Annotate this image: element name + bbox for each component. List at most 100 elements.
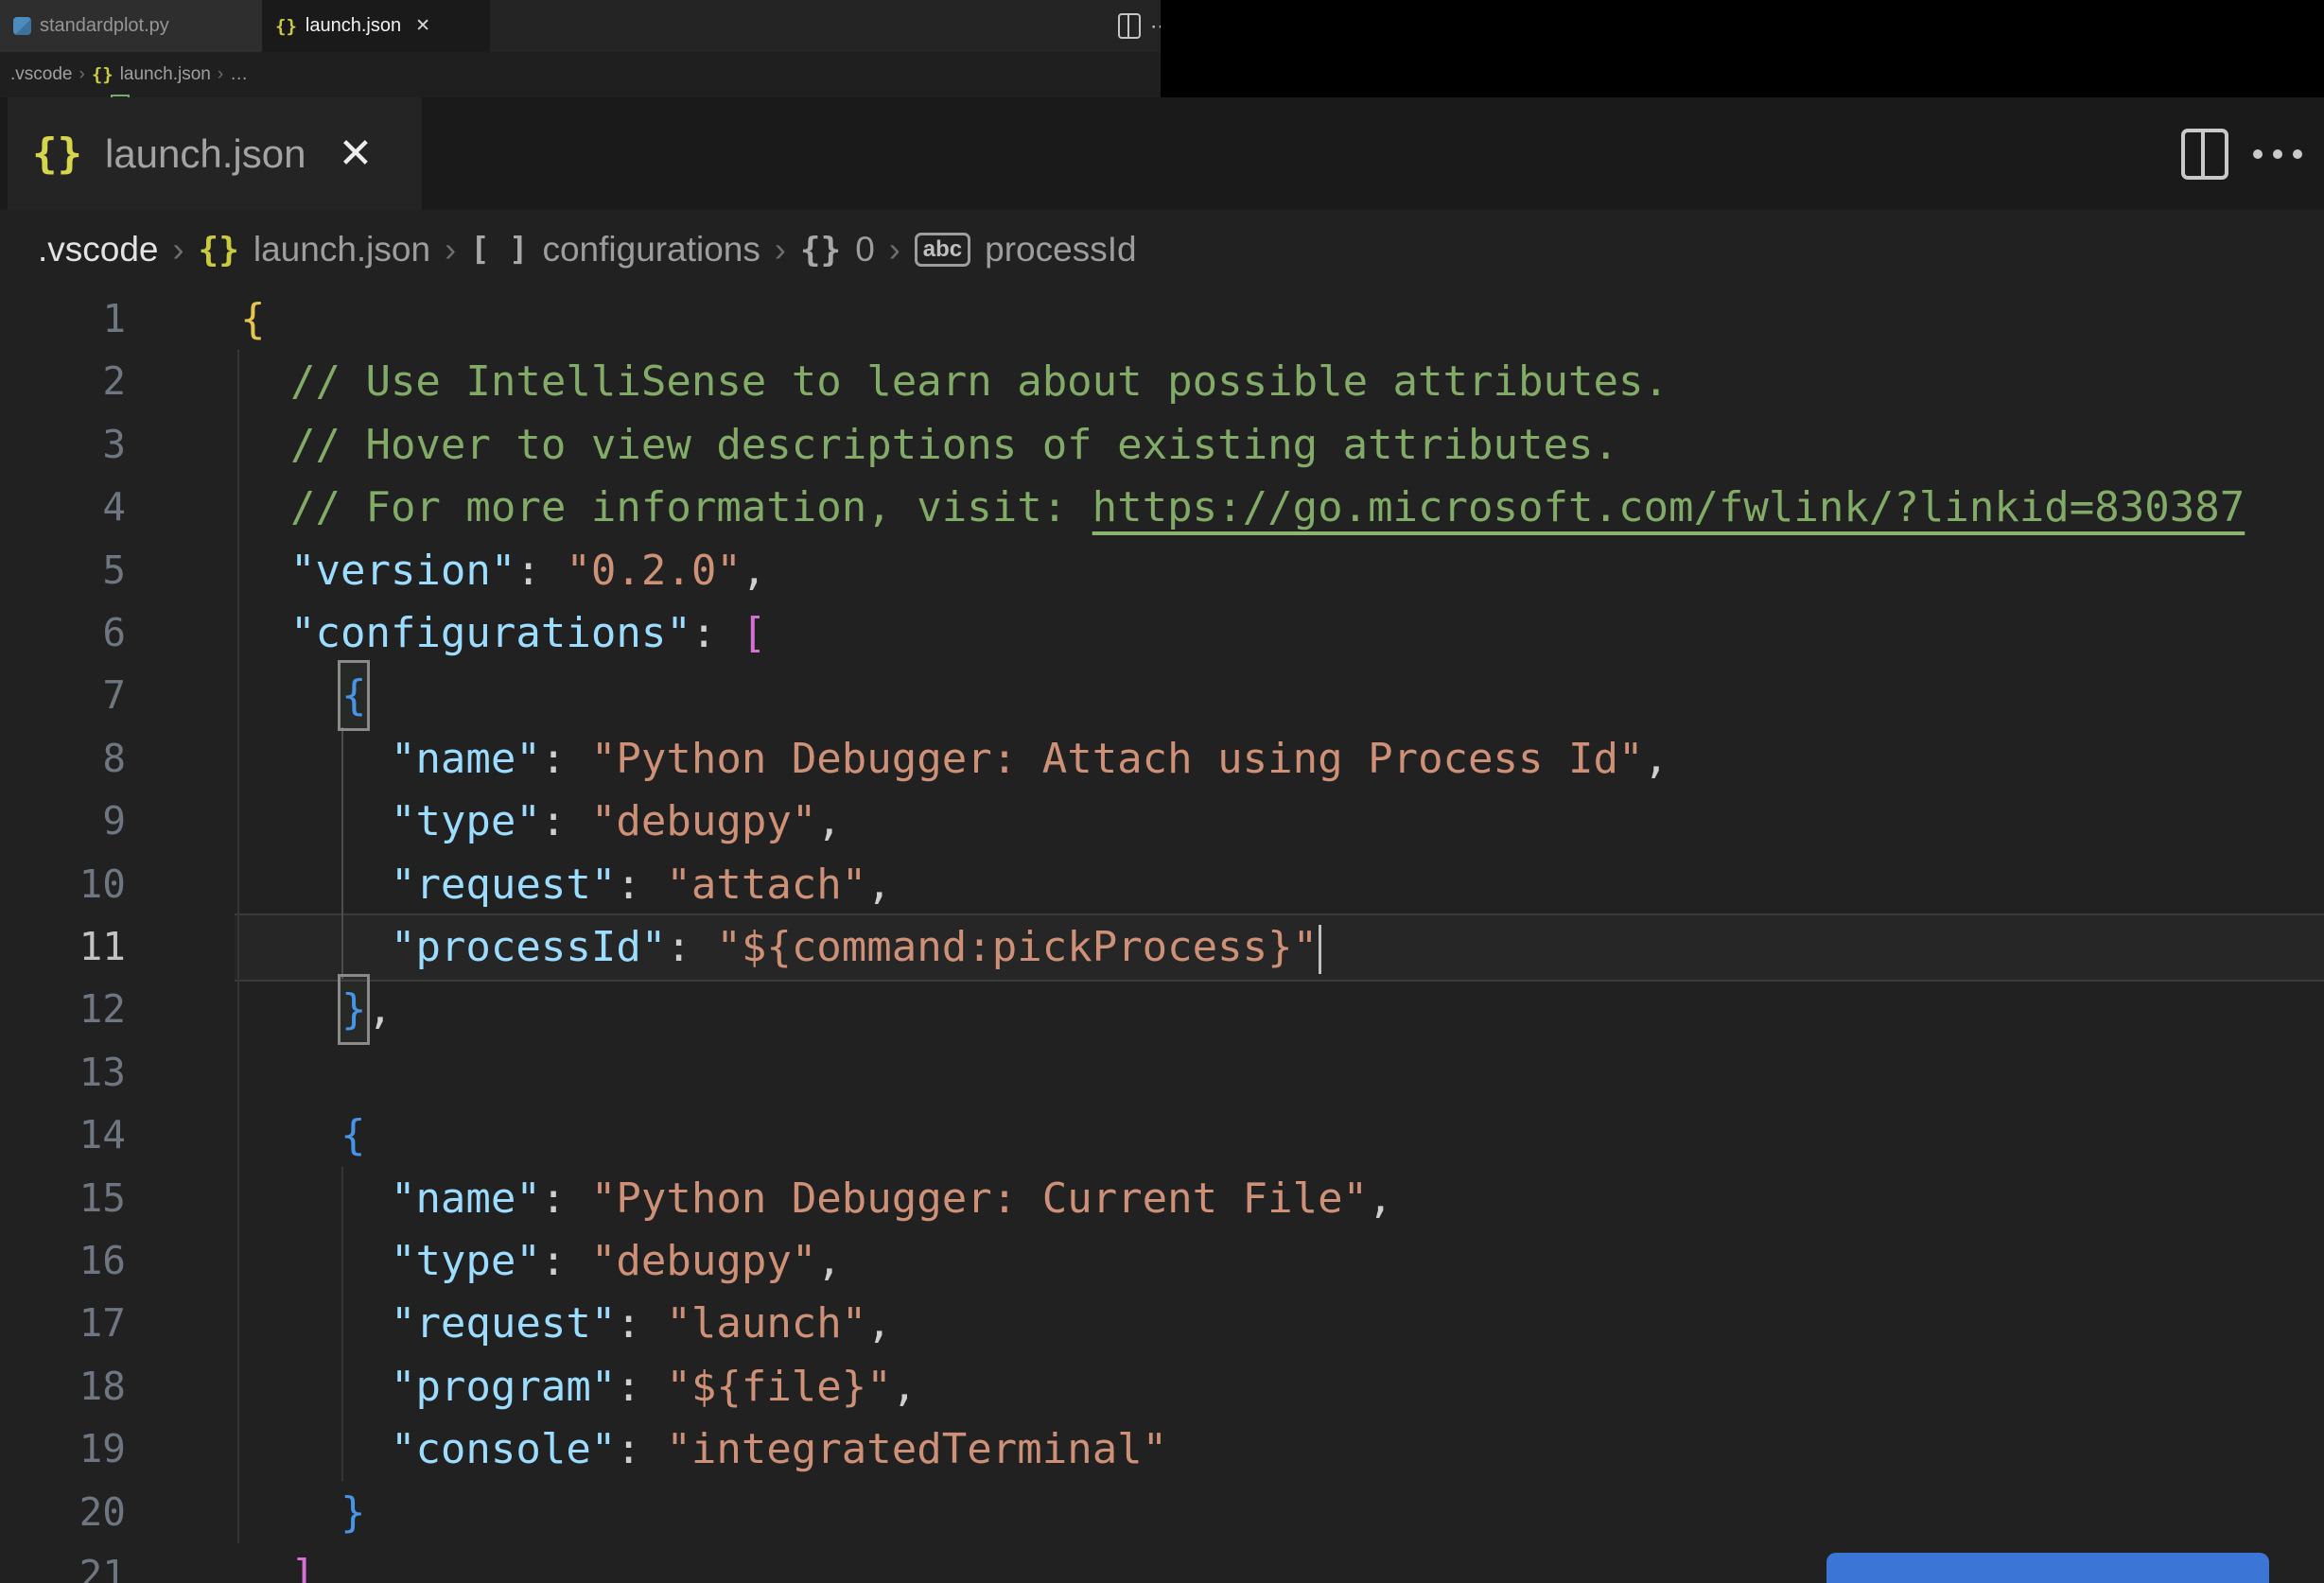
code-line-8[interactable]: 8 "name": "Python Debugger: Attach using… xyxy=(0,727,2324,791)
split-editor-icon[interactable] xyxy=(1118,13,1141,39)
breadcrumb-separator: › xyxy=(774,230,786,269)
object-symbol-icon: {} xyxy=(799,230,842,270)
code-line-11[interactable]: 11 "processId": "${command:pickProcess}" xyxy=(0,915,2324,979)
tab-launch-json[interactable]: {} launch.json ✕ xyxy=(8,97,422,210)
string-symbol-icon: abc xyxy=(914,233,971,267)
line-number[interactable]: 14 xyxy=(0,1104,126,1167)
json-braces-icon: {} xyxy=(275,15,297,37)
array-symbol-icon: [ ] xyxy=(470,231,529,269)
split-editor-icon[interactable] xyxy=(2181,128,2228,180)
code-text: { xyxy=(240,663,368,729)
line-number[interactable]: 8 xyxy=(0,727,126,791)
code-line-12[interactable]: 12 }, xyxy=(0,977,2324,1043)
tab-standardplot-py[interactable]: standardplot.py xyxy=(0,0,262,52)
editor-tab-strip: {} launch.json ✕ xyxy=(0,97,2324,210)
code-text: }, xyxy=(240,977,393,1043)
code-line-3[interactable]: 3 // Hover to view descriptions of exist… xyxy=(0,413,2324,477)
code-text: { xyxy=(340,1111,366,1160)
code-text: "name": "Python Debugger: Current File", xyxy=(390,1174,1393,1223)
breadcrumb-separator: › xyxy=(172,230,184,269)
code-text: "name": "Python Debugger: Attach using P… xyxy=(390,734,1669,783)
code-line-18[interactable]: 18 "program": "${file}", xyxy=(0,1355,2324,1418)
breadcrumb-separator: › xyxy=(888,230,900,269)
line-number[interactable]: 4 xyxy=(0,476,126,539)
code-line-5[interactable]: 5 "version": "0.2.0", xyxy=(0,539,2324,602)
code-line-15[interactable]: 15 "name": "Python Debugger: Current Fil… xyxy=(0,1167,2324,1230)
code-line-10[interactable]: 10 "request": "attach", xyxy=(0,853,2324,916)
code-text: ] xyxy=(289,1551,316,1583)
json-braces-icon: {} xyxy=(32,130,82,178)
code-text: // Use IntelliSense to learn about possi… xyxy=(289,357,1669,407)
line-number[interactable]: 3 xyxy=(0,413,126,477)
code-text: "console": "integratedTerminal" xyxy=(390,1425,1168,1474)
editor-actions xyxy=(2181,97,2302,210)
code-line-14[interactable]: 14 { xyxy=(0,1104,2324,1167)
json-braces-icon: {} xyxy=(198,230,239,270)
code-text: "request": "attach", xyxy=(390,860,892,909)
code-text: "processId": "${command:pickProcess}" xyxy=(240,915,1322,979)
line-number[interactable]: 13 xyxy=(0,1041,126,1105)
line-number[interactable]: 12 xyxy=(0,978,126,1041)
python-icon xyxy=(13,17,31,35)
line-number[interactable]: 17 xyxy=(0,1292,126,1355)
line-number[interactable]: 11 xyxy=(0,915,126,979)
line-number[interactable]: 20 xyxy=(0,1481,126,1544)
code-line-9[interactable]: 9 "type": "debugpy", xyxy=(0,790,2324,853)
code-line-6[interactable]: 6 "configurations": [ xyxy=(0,601,2324,665)
close-icon[interactable]: ✕ xyxy=(415,15,430,37)
breadcrumb-file[interactable]: launch.json xyxy=(120,64,211,85)
line-number[interactable]: 1 xyxy=(0,287,126,351)
breadcrumb-more[interactable]: … xyxy=(230,64,248,85)
breadcrumb-separator: › xyxy=(217,64,224,84)
code-line-20[interactable]: 20 } xyxy=(0,1481,2324,1544)
tab-label: standardplot.py xyxy=(40,15,169,36)
screen-black-region xyxy=(1161,0,2324,97)
add-configuration-button[interactable] xyxy=(1826,1553,2269,1583)
line-number[interactable]: 19 xyxy=(0,1418,126,1481)
vscode-window: standardplot.py {} launch.json ✕ ⋯ .vsco… xyxy=(0,0,2324,1583)
line-number[interactable]: 16 xyxy=(0,1229,126,1293)
code-line-7[interactable]: 7 { xyxy=(0,663,2324,729)
line-number[interactable]: 2 xyxy=(0,350,126,413)
breadcrumb-folder[interactable]: .vscode xyxy=(38,230,159,270)
code-text: { xyxy=(240,295,266,343)
code-line-17[interactable]: 17 "request": "launch", xyxy=(0,1292,2324,1355)
code-line-1[interactable]: 1{ xyxy=(0,287,2324,351)
code-text: // Hover to view descriptions of existin… xyxy=(289,420,1618,469)
line-number[interactable]: 6 xyxy=(0,601,126,665)
code-line-16[interactable]: 16 "type": "debugpy", xyxy=(0,1229,2324,1293)
tab-launch-json-small[interactable]: {} launch.json ✕ xyxy=(262,0,490,52)
breadcrumb-index[interactable]: 0 xyxy=(855,230,875,270)
line-number[interactable]: 5 xyxy=(0,539,126,602)
code-text: "type": "debugpy", xyxy=(390,797,842,846)
code-line-19[interactable]: 19 "console": "integratedTerminal" xyxy=(0,1418,2324,1481)
text-cursor xyxy=(1319,925,1322,974)
breadcrumb: .vscode › {} launch.json › [ ] configura… xyxy=(0,210,2324,289)
json-braces-icon: {} xyxy=(91,64,114,85)
code-text: // For more information, visit: https://… xyxy=(289,483,2245,532)
breadcrumb-processid[interactable]: processId xyxy=(985,230,1136,270)
code-line-13[interactable]: 13 xyxy=(0,1041,2324,1105)
breadcrumb-folder[interactable]: .vscode xyxy=(10,64,72,85)
tab-label: launch.json xyxy=(104,130,306,176)
more-actions-icon[interactable] xyxy=(2253,148,2302,159)
breadcrumb-small: .vscode › {} launch.json › … xyxy=(0,52,1161,97)
breadcrumb-configurations[interactable]: configurations xyxy=(542,230,760,270)
code-text: "program": "${file}", xyxy=(390,1362,917,1411)
breadcrumb-separator: › xyxy=(79,64,85,84)
line-number[interactable]: 10 xyxy=(0,853,126,916)
code-text: } xyxy=(340,1487,366,1537)
line-number[interactable]: 18 xyxy=(0,1355,126,1418)
close-icon[interactable]: ✕ xyxy=(338,130,373,178)
code-text: "version": "0.2.0", xyxy=(289,546,767,595)
breadcrumb-file[interactable]: launch.json xyxy=(253,230,430,270)
code-text: "type": "debugpy", xyxy=(390,1237,842,1285)
line-number[interactable]: 9 xyxy=(0,790,126,853)
line-number[interactable]: 7 xyxy=(0,664,126,727)
code-text: "configurations": [ xyxy=(289,609,767,657)
code-line-4[interactable]: 4 // For more information, visit: https:… xyxy=(0,476,2324,539)
code-line-2[interactable]: 2 // Use IntelliSense to learn about pos… xyxy=(0,350,2324,413)
line-number[interactable]: 15 xyxy=(0,1167,126,1230)
breadcrumb-separator: › xyxy=(445,230,457,269)
line-number[interactable]: 21 xyxy=(0,1543,126,1583)
